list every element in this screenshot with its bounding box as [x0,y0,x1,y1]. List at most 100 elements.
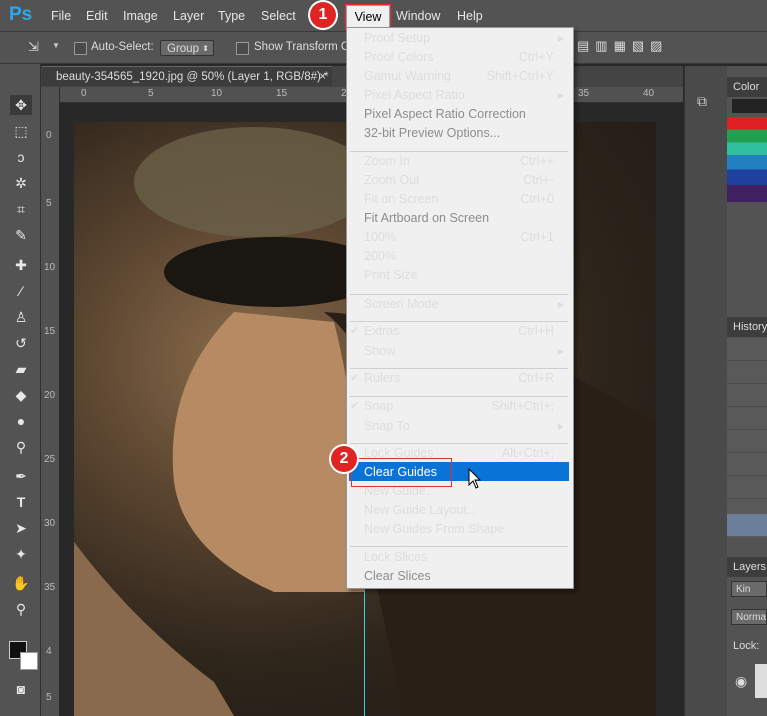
menu-item-label: Show [364,344,396,358]
show-transform-checkbox[interactable] [236,42,249,55]
menu-type[interactable]: Type [218,8,245,24]
zoom-tool-icon[interactable]: ⚲ [10,599,32,619]
menu-item-label: Lock Slices [364,550,428,564]
chevron-down-icon[interactable]: ▼ [52,41,60,50]
photoshop-logo: Ps [9,4,33,25]
view-menu-item-screen-mode[interactable]: Screen Mode ▶ [346,295,572,314]
view-menu-item-gamut-warning[interactable]: Gamut Warning Shift+Ctrl+Y [346,67,572,86]
blur-tool-icon[interactable]: ● [10,411,32,431]
color-panel-tab[interactable]: Color [727,77,767,97]
auto-select-dropdown[interactable]: Group ⬍ [160,40,214,56]
menu-view[interactable]: View [345,4,391,30]
brush-tool-icon[interactable]: ∕ [10,281,32,301]
move-tool-icon[interactable]: ✥ [10,95,32,115]
marquee-tool-icon[interactable]: ⬚ [10,121,32,141]
view-menu-item-new-guides-from-shape[interactable]: New Guides From Shape [346,520,572,539]
callout-box [351,458,452,487]
view-menu-item-proof-colors[interactable]: Proof Colors Ctrl+Y [346,48,572,67]
eye-icon[interactable]: ◉ [735,673,747,690]
crop-tool-icon[interactable]: ⌗ [10,199,32,219]
view-menu-item-new-guide-layout[interactable]: New Guide Layout... [346,501,572,520]
history-brush-icon[interactable]: ↺ [10,333,32,353]
properties-icon[interactable]: ⧉ [697,93,707,110]
type-tool-icon[interactable]: T [10,492,32,512]
quick-mask-icon[interactable]: ◙ [10,679,32,699]
ruler-tick-label: 25 [44,454,56,465]
document-tab[interactable]: beauty-354565_1920.jpg @ 50% (Layer 1, R… [42,66,332,86]
layer-filter-label: Kin [736,584,751,595]
menu-window[interactable]: Window [396,8,440,24]
dodge-tool-icon[interactable]: ⚲ [10,437,32,457]
view-menu-item-lock-slices[interactable]: Lock Slices [346,548,572,567]
menu-item-label: Fit Artboard on Screen [364,211,490,225]
layers-panel-tab[interactable]: Layers [727,557,767,577]
auto-select-checkbox[interactable] [74,42,87,55]
checkmark-icon: ✔ [350,372,360,384]
menu-layer[interactable]: Layer [173,8,204,24]
ruler-tick-label: 15 [44,326,56,337]
history-panel-tab[interactable]: History [727,317,767,337]
view-menu-item-proof-setup[interactable]: Proof Setup ▶ [346,29,572,48]
lasso-tool-icon[interactable]: ↄ [10,147,32,167]
magic-wand-icon[interactable]: ✲ [10,173,32,193]
close-icon[interactable]: × [319,67,326,87]
color-swatches[interactable] [727,117,767,202]
menu-item-label: Gamut Warning [364,69,452,83]
ruler-tick-label: 10 [211,88,223,99]
view-menu-item-snap-to[interactable]: Snap To ▶ [346,417,572,436]
menu-item-label: Print Size [364,268,418,282]
view-menu-item-100[interactable]: 100% Ctrl+1 [346,228,572,247]
stepper-icon: ⬍ [202,44,209,53]
menu-item-label: Snap [364,399,394,413]
menu-item-label: Snap To [364,419,410,433]
ruler-tick-label: 5 [46,692,52,703]
ruler-tick-label: 35 [578,88,590,99]
background-color-swatch[interactable] [20,652,38,670]
menu-item-shortcut: Shift+Ctrl+Y [486,69,554,83]
hand-tool-icon[interactable]: ✋ [10,573,32,593]
blend-mode-dropdown[interactable]: Norma [731,609,767,625]
menu-item-shortcut: Shift+Ctrl+; [491,399,554,413]
view-menu-item-snap[interactable]: ✔ Snap Shift+Ctrl+; [346,397,572,416]
align-icons[interactable]: ▤▥▦▧▨ [577,38,668,54]
view-menu-item-pixel-aspect-ratio-correction: Pixel Aspect Ratio Correction [346,105,572,124]
shape-tool-icon[interactable]: ✦ [10,544,32,564]
layer-filter-dropdown[interactable]: Kin [731,581,767,597]
step-badge-1: 1 [310,2,336,28]
view-menu-item-200[interactable]: 200% [346,247,572,266]
healing-brush-icon[interactable]: ✚ [10,255,32,275]
view-menu-item-zoom-in[interactable]: Zoom In Ctrl++ [346,152,572,171]
history-list[interactable] [727,338,767,538]
move-tool-icon[interactable]: ⇲ [28,39,39,55]
menu-item-label: Fit on Screen [364,192,439,206]
menu-help[interactable]: Help [457,8,483,24]
clone-stamp-icon[interactable]: ♙ [10,307,32,327]
view-menu-item-pixel-aspect-ratio[interactable]: Pixel Aspect Ratio ▶ [346,86,572,105]
document-tab-title: beauty-354565_1920.jpg @ 50% (Layer 1, R… [56,71,329,83]
eyedropper-icon[interactable]: ✎ [10,225,32,245]
submenu-arrow-icon: ▶ [557,300,564,309]
vertical-ruler[interactable] [41,87,60,716]
path-selection-icon[interactable]: ➤ [10,518,32,538]
paint-bucket-icon[interactable]: ◆ [10,385,32,405]
view-menu-item-extras[interactable]: ✔ Extras Ctrl+H [346,322,572,341]
eraser-icon[interactable]: ▰ [10,359,32,379]
menu-view-label: View [354,10,382,24]
ruler-tick-label: 5 [148,88,154,99]
menu-image[interactable]: Image [123,8,158,24]
view-menu-item-print-size[interactable]: Print Size [346,266,572,285]
menu-select[interactable]: Select [261,8,296,24]
layer-thumbnail[interactable] [755,664,767,698]
view-menu-item-fit-on-screen[interactable]: Fit on Screen Ctrl+0 [346,190,572,209]
menu-edit[interactable]: Edit [86,8,108,24]
view-menu-item-show[interactable]: Show ▶ [346,342,572,361]
menu-item-label: 32-bit Preview Options... [364,126,501,140]
menu-item-label: Clear Slices [364,569,431,583]
view-menu-item-zoom-out[interactable]: Zoom Out Ctrl+- [346,171,572,190]
history-item-selected[interactable] [727,514,767,536]
menu-item-label: 100% [364,230,396,244]
menu-file[interactable]: File [51,8,71,24]
view-menu-item-rulers[interactable]: ✔ Rulers Ctrl+R [346,369,572,388]
menu-item-label: Pixel Aspect Ratio Correction [364,107,526,121]
pen-tool-icon[interactable]: ✒ [10,466,32,486]
